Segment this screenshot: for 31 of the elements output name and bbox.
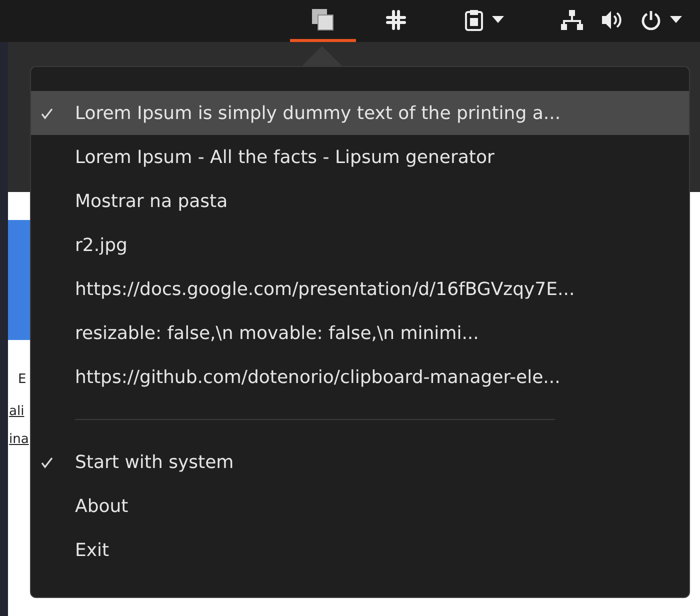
menu-item-label: r2.jpg — [75, 234, 128, 258]
grid-icon — [384, 8, 408, 32]
caret-icon — [670, 16, 682, 24]
menu-item[interactable]: Start with system — [31, 440, 689, 484]
volume-icon — [600, 8, 624, 30]
network-icon — [560, 8, 584, 30]
menu-item[interactable]: Lorem Ipsum is simply dummy text of the printing a... — [31, 91, 689, 135]
menu-item[interactable]: r2.jpg — [31, 223, 689, 267]
menu-item-label: Lorem Ipsum - All the facts - Lipsum generator — [75, 146, 494, 170]
menu-item[interactable]: About — [31, 484, 689, 528]
menu-item[interactable]: https://github.com/dotenorio/clipboard-manager-ele... — [31, 355, 689, 399]
menu-item-label: https://github.com/dotenorio/clipboard-manager-ele... — [75, 366, 560, 390]
windows-icon — [310, 6, 336, 32]
power-icon — [640, 8, 662, 30]
menu-item[interactable]: resizable: false,\n movable: false,\n minimi... — [31, 311, 689, 355]
clipboard-icon — [464, 8, 484, 30]
link-text: E — [18, 371, 26, 389]
menu-item[interactable]: Mostrar na pasta — [31, 179, 689, 223]
menu-item-label: Exit — [75, 538, 110, 562]
menu-item[interactable]: https://docs.google.com/presentation/d/16fBGVzqy7E... — [31, 267, 689, 311]
menu-item-label: About — [75, 494, 128, 518]
menu-item-label: Lorem Ipsum is simply dummy text of the printing a... — [75, 102, 561, 126]
link-text: ina — [9, 431, 29, 449]
menu-item-label: Mostrar na pasta — [75, 190, 228, 214]
menu-item-label: resizable: false,\n movable: false,\n minimi... — [75, 322, 479, 346]
menu-item[interactable]: Exit — [31, 528, 689, 572]
menu-item-label: Start with system — [75, 450, 234, 474]
link-text: ali — [9, 403, 24, 421]
caret-icon — [492, 16, 504, 24]
menu-item[interactable]: Lorem Ipsum - All the facts - Lipsum generator — [31, 135, 689, 179]
menu-item-label: https://docs.google.com/presentation/d/16fBGVzqy7E... — [75, 278, 575, 302]
